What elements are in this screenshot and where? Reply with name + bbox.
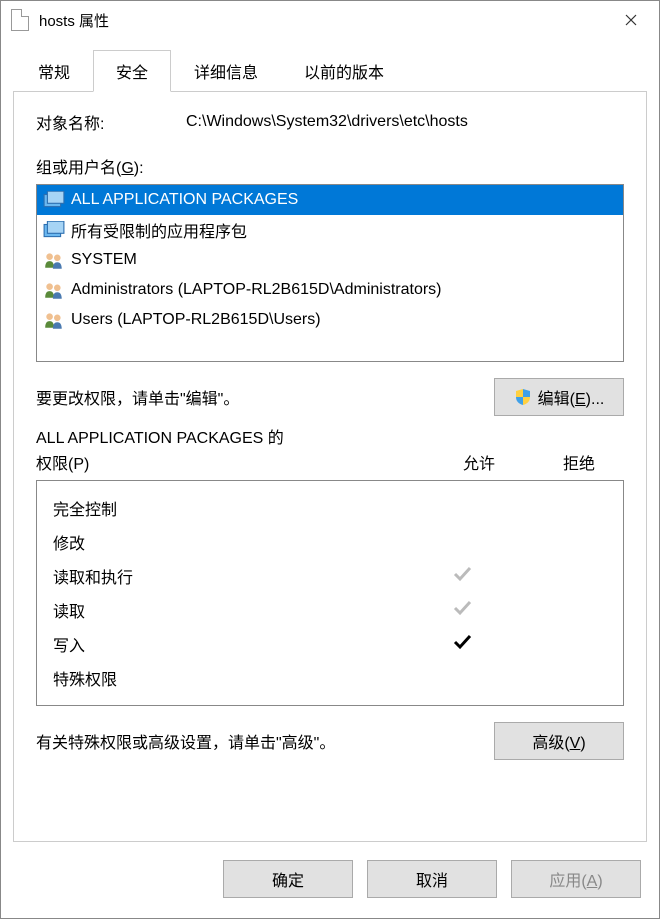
tab-strip: 常规 安全 详细信息 以前的版本: [1, 39, 659, 91]
list-item-label: ALL APPLICATION PACKAGES: [71, 191, 298, 209]
checkmark-icon: [407, 631, 517, 658]
shield-icon: [514, 388, 532, 406]
content-area: 常规 安全 详细信息 以前的版本 对象名称: C:\Windows\System…: [1, 39, 659, 918]
permission-name: 特殊权限: [53, 666, 407, 690]
advanced-hint: 有关特殊权限或高级设置，请单击"高级"。: [36, 729, 335, 753]
list-item-label: Administrators (LAPTOP-RL2B615D\Administ…: [71, 281, 442, 299]
list-item-label: Users (LAPTOP-RL2B615D\Users): [71, 311, 321, 329]
allow-header: 允许: [424, 450, 534, 474]
advanced-row: 有关特殊权限或高级设置，请单击"高级"。 高级(V): [36, 722, 624, 760]
permissions-list[interactable]: 完全控制 修改 读取和执行 读取: [36, 480, 624, 706]
permission-name: 完全控制: [53, 496, 407, 520]
users-icon: [43, 250, 65, 270]
list-item[interactable]: Users (LAPTOP-RL2B615D\Users): [37, 305, 623, 335]
checkmark-icon: [407, 563, 517, 590]
permission-name: 读取: [53, 598, 407, 622]
permission-name: 读取和执行: [53, 564, 407, 588]
properties-window: hosts 属性 常规 安全 详细信息 以前的版本 对象名称: C:\Windo…: [0, 0, 660, 919]
permissions-columns: 权限(P) 允许 拒绝: [36, 450, 624, 474]
groups-label: 组或用户名(G):: [36, 154, 624, 178]
package-icon: [43, 220, 65, 240]
permission-row: 读取和执行: [53, 559, 607, 593]
permission-row: 读取: [53, 593, 607, 627]
permissions-for-line1: ALL APPLICATION PACKAGES 的: [36, 428, 624, 450]
titlebar: hosts 属性: [1, 1, 659, 39]
close-icon: [625, 14, 637, 26]
permission-row: 修改: [53, 525, 607, 559]
edit-row: 要更改权限，请单击"编辑"。 编辑(E)...: [36, 378, 624, 416]
dialog-footer: 确定 取消 应用(A): [1, 842, 659, 918]
users-icon: [43, 280, 65, 300]
tab-body: 对象名称: C:\Windows\System32\drivers\etc\ho…: [13, 91, 647, 842]
edit-hint: 要更改权限，请单击"编辑"。: [36, 385, 239, 409]
list-item[interactable]: 所有受限制的应用程序包: [37, 215, 623, 245]
deny-header: 拒绝: [534, 450, 624, 474]
object-name-label: 对象名称:: [36, 110, 186, 134]
edit-button[interactable]: 编辑(E)...: [494, 378, 624, 416]
list-item[interactable]: ALL APPLICATION PACKAGES: [37, 185, 623, 215]
permission-row: 写入: [53, 627, 607, 661]
tab-security[interactable]: 安全: [93, 50, 171, 92]
list-item-label: SYSTEM: [71, 251, 137, 269]
object-name-row: 对象名称: C:\Windows\System32\drivers\etc\ho…: [36, 110, 624, 134]
object-name-value: C:\Windows\System32\drivers\etc\hosts: [186, 113, 468, 131]
list-item[interactable]: SYSTEM: [37, 245, 623, 275]
list-item[interactable]: Administrators (LAPTOP-RL2B615D\Administ…: [37, 275, 623, 305]
close-button[interactable]: [607, 4, 655, 36]
permission-name: 修改: [53, 530, 407, 554]
checkmark-icon: [407, 597, 517, 624]
cancel-button[interactable]: 取消: [367, 860, 497, 898]
tab-details[interactable]: 详细信息: [171, 50, 281, 92]
package-icon: [43, 190, 65, 210]
permission-name: 写入: [53, 632, 407, 656]
advanced-button[interactable]: 高级(V): [494, 722, 624, 760]
tab-general[interactable]: 常规: [15, 50, 93, 92]
groups-listbox[interactable]: ALL APPLICATION PACKAGES 所有受限制的应用程序包 SYS…: [36, 184, 624, 362]
permission-row: 完全控制: [53, 491, 607, 525]
permissions-for-line2: 权限(P): [36, 450, 424, 474]
apply-button[interactable]: 应用(A): [511, 860, 641, 898]
window-title: hosts 属性: [39, 10, 607, 31]
ok-button[interactable]: 确定: [223, 860, 353, 898]
list-item-label: 所有受限制的应用程序包: [71, 218, 247, 242]
document-icon: [11, 9, 29, 31]
users-icon: [43, 310, 65, 330]
permission-row: 特殊权限: [53, 661, 607, 695]
tab-previous-versions[interactable]: 以前的版本: [281, 50, 407, 92]
